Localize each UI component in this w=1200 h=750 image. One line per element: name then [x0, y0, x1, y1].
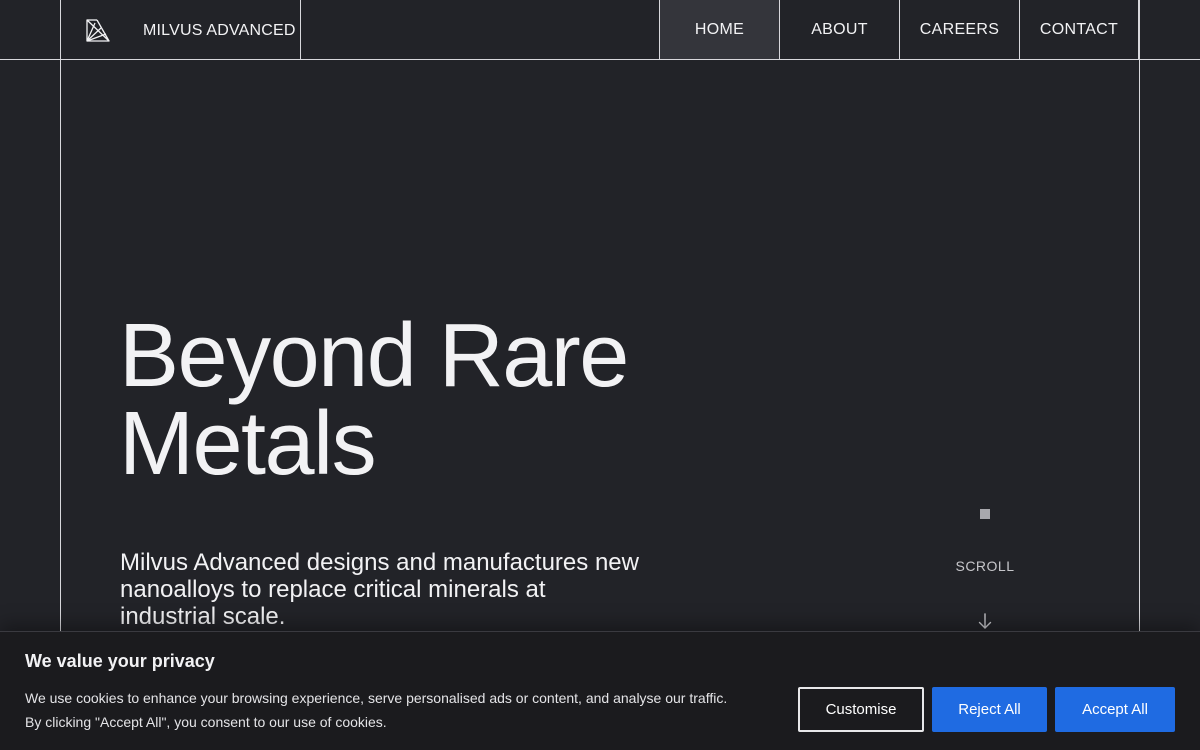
- hero-title-line-2: Metals: [119, 394, 377, 494]
- reject-all-button[interactable]: Reject All: [932, 687, 1047, 732]
- header-divider: [0, 59, 1200, 60]
- nav-item-about[interactable]: ABOUT: [779, 0, 899, 59]
- scroll-label[interactable]: SCROLL: [944, 558, 1026, 574]
- hero-title-line-1: Beyond Rare: [119, 306, 629, 406]
- hero-subtitle: Milvus Advanced designs and manufactures…: [120, 549, 639, 630]
- angular-fan-logo-icon: [86, 19, 110, 42]
- brand-home-link[interactable]: MILVUS ADVANCED: [61, 0, 301, 59]
- nav-item-careers[interactable]: CAREERS: [899, 0, 1019, 59]
- accept-all-button[interactable]: Accept All: [1055, 687, 1175, 732]
- customise-button[interactable]: Customise: [798, 687, 924, 732]
- nav-item-home[interactable]: HOME: [659, 0, 779, 59]
- arrow-down-icon[interactable]: [977, 612, 993, 630]
- brand-name: MILVUS ADVANCED: [143, 22, 296, 39]
- cookie-text: We use cookies to enhance your browsing …: [25, 690, 728, 730]
- cookie-consent-banner: We value your privacy We use cookies to …: [0, 631, 1200, 750]
- cookie-title: We value your privacy: [25, 651, 215, 671]
- site-header: MILVUS ADVANCED HOME ABOUT CAREERS CONTA…: [0, 0, 1200, 59]
- main-nav: HOME ABOUT CAREERS CONTACT: [659, 0, 1139, 59]
- scroll-indicator-square: [980, 509, 990, 519]
- nav-item-contact[interactable]: CONTACT: [1019, 0, 1139, 59]
- hero-title: Beyond Rare Metals: [119, 306, 629, 494]
